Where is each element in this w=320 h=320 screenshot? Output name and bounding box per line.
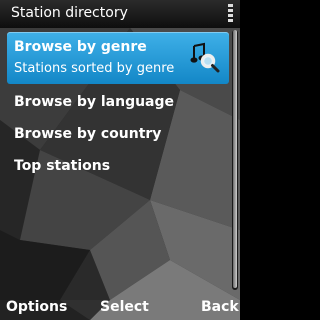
- list-item-label: Browse by country: [14, 126, 162, 142]
- options-softkey[interactable]: Options: [6, 298, 67, 316]
- list-item-browse-by-country[interactable]: Browse by country: [0, 120, 232, 150]
- select-softkey[interactable]: Select: [100, 298, 149, 316]
- list-item-label: Browse by genre: [14, 39, 147, 55]
- list-item-browse-by-genre[interactable]: Browse by genre Stations sorted by genre: [0, 30, 232, 86]
- scrollbar[interactable]: [232, 30, 238, 290]
- title-bar: Station directory: [0, 0, 240, 28]
- list-item-label: Browse by language: [14, 94, 175, 110]
- back-softkey[interactable]: Back: [201, 298, 239, 316]
- signal-strength-icon: [228, 4, 233, 22]
- music-search-icon: [190, 42, 220, 73]
- list-item-browse-by-language[interactable]: Browse by language: [0, 88, 232, 118]
- scrollbar-thumb[interactable]: [233, 30, 237, 288]
- softkey-bar: Options Select Back: [0, 296, 240, 320]
- page-title: Station directory: [11, 5, 128, 21]
- list-item-sublabel: Stations sorted by genre: [14, 61, 175, 76]
- phone-screen: Station directory Browse by genre Statio…: [0, 0, 240, 320]
- list-item-label: Top stations: [14, 158, 111, 174]
- list-item-top-stations[interactable]: Top stations: [0, 152, 232, 182]
